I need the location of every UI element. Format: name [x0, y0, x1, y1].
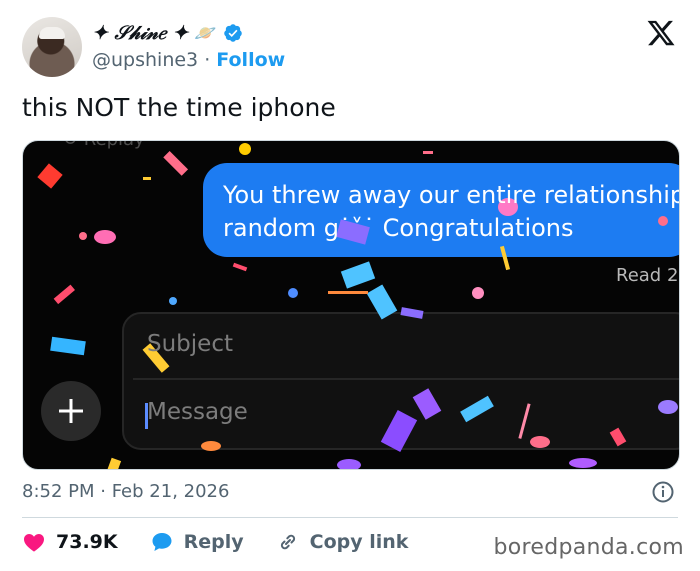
- x-logo-icon[interactable]: [646, 18, 676, 48]
- author-handle[interactable]: @upshine3: [92, 49, 198, 71]
- handle-row: @upshine3 · Follow: [92, 49, 285, 71]
- subject-placeholder: Subject: [147, 331, 233, 357]
- message-placeholder: Message: [147, 399, 248, 425]
- handle-separator: ·: [204, 49, 211, 71]
- info-icon[interactable]: [651, 480, 675, 504]
- ringed-planet-icon: 🪐: [194, 22, 217, 44]
- replay-label: ↺ Replay: [63, 141, 145, 150]
- author-name-row[interactable]: ✦ 𝒮𝒽𝒾𝓃𝑒 ✦ 🪐: [92, 22, 243, 44]
- tweet-media-image[interactable]: ↺ Replay You threw away our entire relat…: [22, 140, 680, 470]
- like-button[interactable]: 73.9K: [22, 530, 118, 554]
- tweet-text: this NOT the time iphone: [22, 93, 336, 122]
- link-icon: [280, 534, 295, 550]
- action-bar: 73.9K Reply Copy link: [22, 530, 440, 554]
- message-bubble-text: You threw away our entire relationship f…: [223, 181, 680, 242]
- follow-button[interactable]: Follow: [216, 49, 285, 71]
- verified-badge-icon: [223, 24, 242, 42]
- copy-link-button[interactable]: Copy link: [276, 530, 409, 554]
- heart-icon: [24, 534, 44, 552]
- tweet-timestamp[interactable]: 8:52 PM · Feb 21, 2026: [22, 481, 229, 502]
- reply-bubble-icon: [152, 533, 172, 551]
- avatar[interactable]: [22, 17, 82, 77]
- like-count: 73.9K: [56, 531, 118, 553]
- reply-label: Reply: [183, 531, 244, 553]
- divider: [22, 517, 678, 518]
- watermark: boredpanda.com: [493, 535, 684, 560]
- avatar-cap: [39, 27, 65, 39]
- read-status: Read 2: [616, 265, 679, 286]
- copy-link-label: Copy link: [309, 531, 409, 553]
- reply-button[interactable]: Reply: [150, 530, 244, 554]
- display-name[interactable]: ✦ 𝒮𝒽𝒾𝓃𝑒 ✦: [92, 22, 188, 44]
